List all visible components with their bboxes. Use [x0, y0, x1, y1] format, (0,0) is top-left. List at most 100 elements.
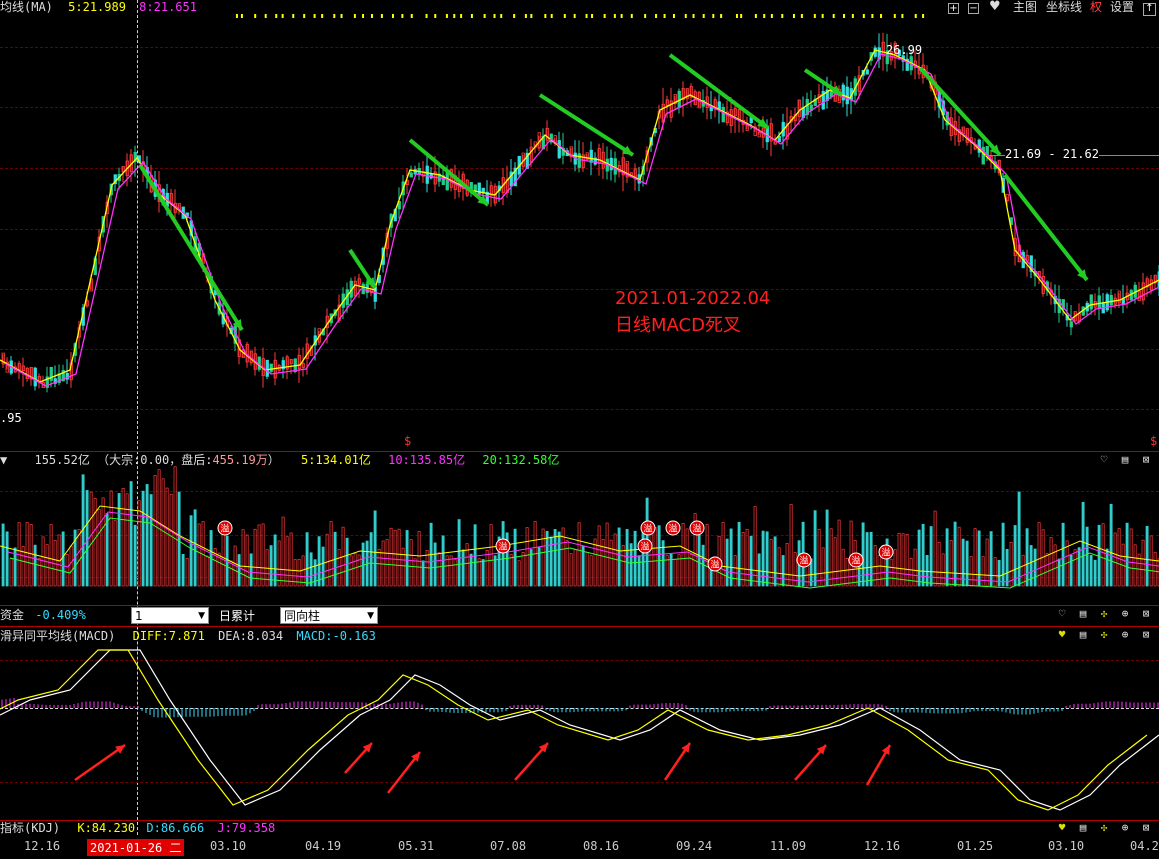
volume-bar	[733, 555, 737, 587]
volume-bar	[633, 530, 637, 587]
candle-body	[33, 367, 37, 387]
low-price-label: .95	[0, 411, 22, 425]
volume-bar	[97, 509, 101, 587]
down-arrow	[918, 66, 1002, 157]
volume-bar	[433, 542, 437, 587]
volume-bar	[457, 519, 461, 587]
volume-bar	[177, 491, 181, 587]
heart-outline-icon[interactable]: ♡	[1097, 453, 1111, 467]
volume-bar	[981, 556, 985, 587]
heart-icon[interactable]: ♥	[1055, 821, 1069, 835]
fund-legend: 资金 -0.409%	[0, 608, 86, 622]
volume-bar	[397, 528, 401, 587]
date-label: 09.24	[676, 839, 713, 853]
close-icon[interactable]: ⊠	[1139, 821, 1153, 835]
close-icon[interactable]: ⊠	[1139, 607, 1153, 621]
candles	[1, 32, 1159, 393]
volume-bar	[257, 524, 261, 587]
volume-bar	[525, 527, 529, 587]
volume-bar	[1081, 501, 1085, 587]
volume-bar	[89, 491, 93, 587]
volume-bar	[1009, 542, 1013, 587]
volume-bar	[865, 532, 869, 587]
volume-bar	[1133, 544, 1137, 587]
volume-chart: 溢溢溢溢溢溢溢溢溢溢	[0, 466, 1159, 589]
volume-bar	[1085, 526, 1089, 587]
volume-bar	[1029, 545, 1033, 587]
volume-bar	[1101, 523, 1105, 587]
volume-bar	[261, 523, 265, 587]
volume-bar	[817, 528, 821, 587]
candle-body	[589, 149, 593, 163]
volume-bar	[653, 527, 657, 587]
pin-icon[interactable]: ✣	[1097, 607, 1111, 621]
volume-bar	[577, 522, 581, 587]
volume-bar	[277, 540, 281, 587]
annotation-title: 2021.01-2022.04	[615, 288, 771, 309]
date-label: 11.09	[770, 839, 807, 853]
high-price-label: 26.99	[886, 43, 923, 57]
candle-body	[1089, 294, 1093, 310]
volume-bar	[389, 527, 393, 587]
volume-bar	[165, 487, 169, 587]
volume-bar	[861, 522, 865, 587]
volume-bar	[105, 513, 109, 587]
volume-bar	[897, 532, 901, 587]
date-label-selected: 2021-01-26 二	[87, 839, 185, 856]
volume-bar	[1049, 537, 1053, 587]
volume-bar	[517, 560, 521, 587]
volume-bar	[153, 475, 157, 587]
volume-bar	[253, 528, 257, 587]
pin-icon[interactable]: ✣	[1097, 821, 1111, 835]
expand-icon[interactable]: ▼	[0, 453, 7, 467]
volume-bar	[129, 481, 133, 587]
volume-bar	[829, 528, 833, 587]
volume-bar	[197, 523, 201, 587]
candle-body	[777, 135, 781, 143]
date-label: 12.16	[24, 839, 61, 853]
volume-bar	[149, 494, 153, 587]
period-select[interactable]: 1 ▼	[131, 607, 209, 624]
volume-bar	[161, 478, 165, 587]
volume-bar	[657, 525, 661, 587]
search-icon[interactable]: ⊕	[1118, 821, 1132, 835]
volume-bar	[761, 530, 765, 587]
kdj-k: K:84.230	[77, 821, 136, 835]
volume-bar	[585, 552, 589, 587]
volume-bar	[405, 530, 409, 587]
volume-bar	[133, 524, 137, 587]
panel-icon[interactable]: ▤	[1076, 821, 1090, 835]
candle-body	[557, 140, 561, 159]
volume-bar	[373, 510, 377, 587]
volume-bar	[825, 509, 829, 587]
diff-line	[0, 649, 1148, 811]
volume-bar	[301, 555, 305, 587]
panel-icon[interactable]: ▤	[1076, 607, 1090, 621]
candle-body	[445, 172, 449, 191]
candle-body	[265, 359, 269, 377]
volume-bar	[445, 555, 449, 587]
volume-bar	[181, 554, 185, 587]
volume-bar	[449, 555, 453, 587]
volume-bar	[285, 536, 289, 587]
heart-outline-icon[interactable]: ♡	[1055, 607, 1069, 621]
premium-badge-text: 溢	[220, 523, 229, 535]
down-arrow	[138, 163, 244, 332]
panel-icon[interactable]: ▤	[1118, 453, 1132, 467]
volume-bar	[189, 515, 193, 587]
volume-bar	[109, 490, 113, 587]
volume-bar	[553, 529, 557, 587]
candle-body	[613, 158, 617, 175]
volume-bar	[85, 490, 89, 587]
range-label: 21.69 - 21.62	[1005, 147, 1099, 161]
volume-bar	[1153, 551, 1157, 587]
premium-badge-text: 溢	[668, 523, 677, 535]
volume-bar	[345, 537, 349, 587]
volume-bar	[125, 493, 129, 587]
search-icon[interactable]: ⊕	[1118, 607, 1132, 621]
volume-bar	[309, 552, 313, 587]
bar-type-select[interactable]: 同向柱 ▼	[280, 607, 378, 624]
volume-bar	[605, 522, 609, 587]
volume-bar	[625, 529, 629, 587]
close-icon[interactable]: ⊠	[1139, 453, 1153, 467]
